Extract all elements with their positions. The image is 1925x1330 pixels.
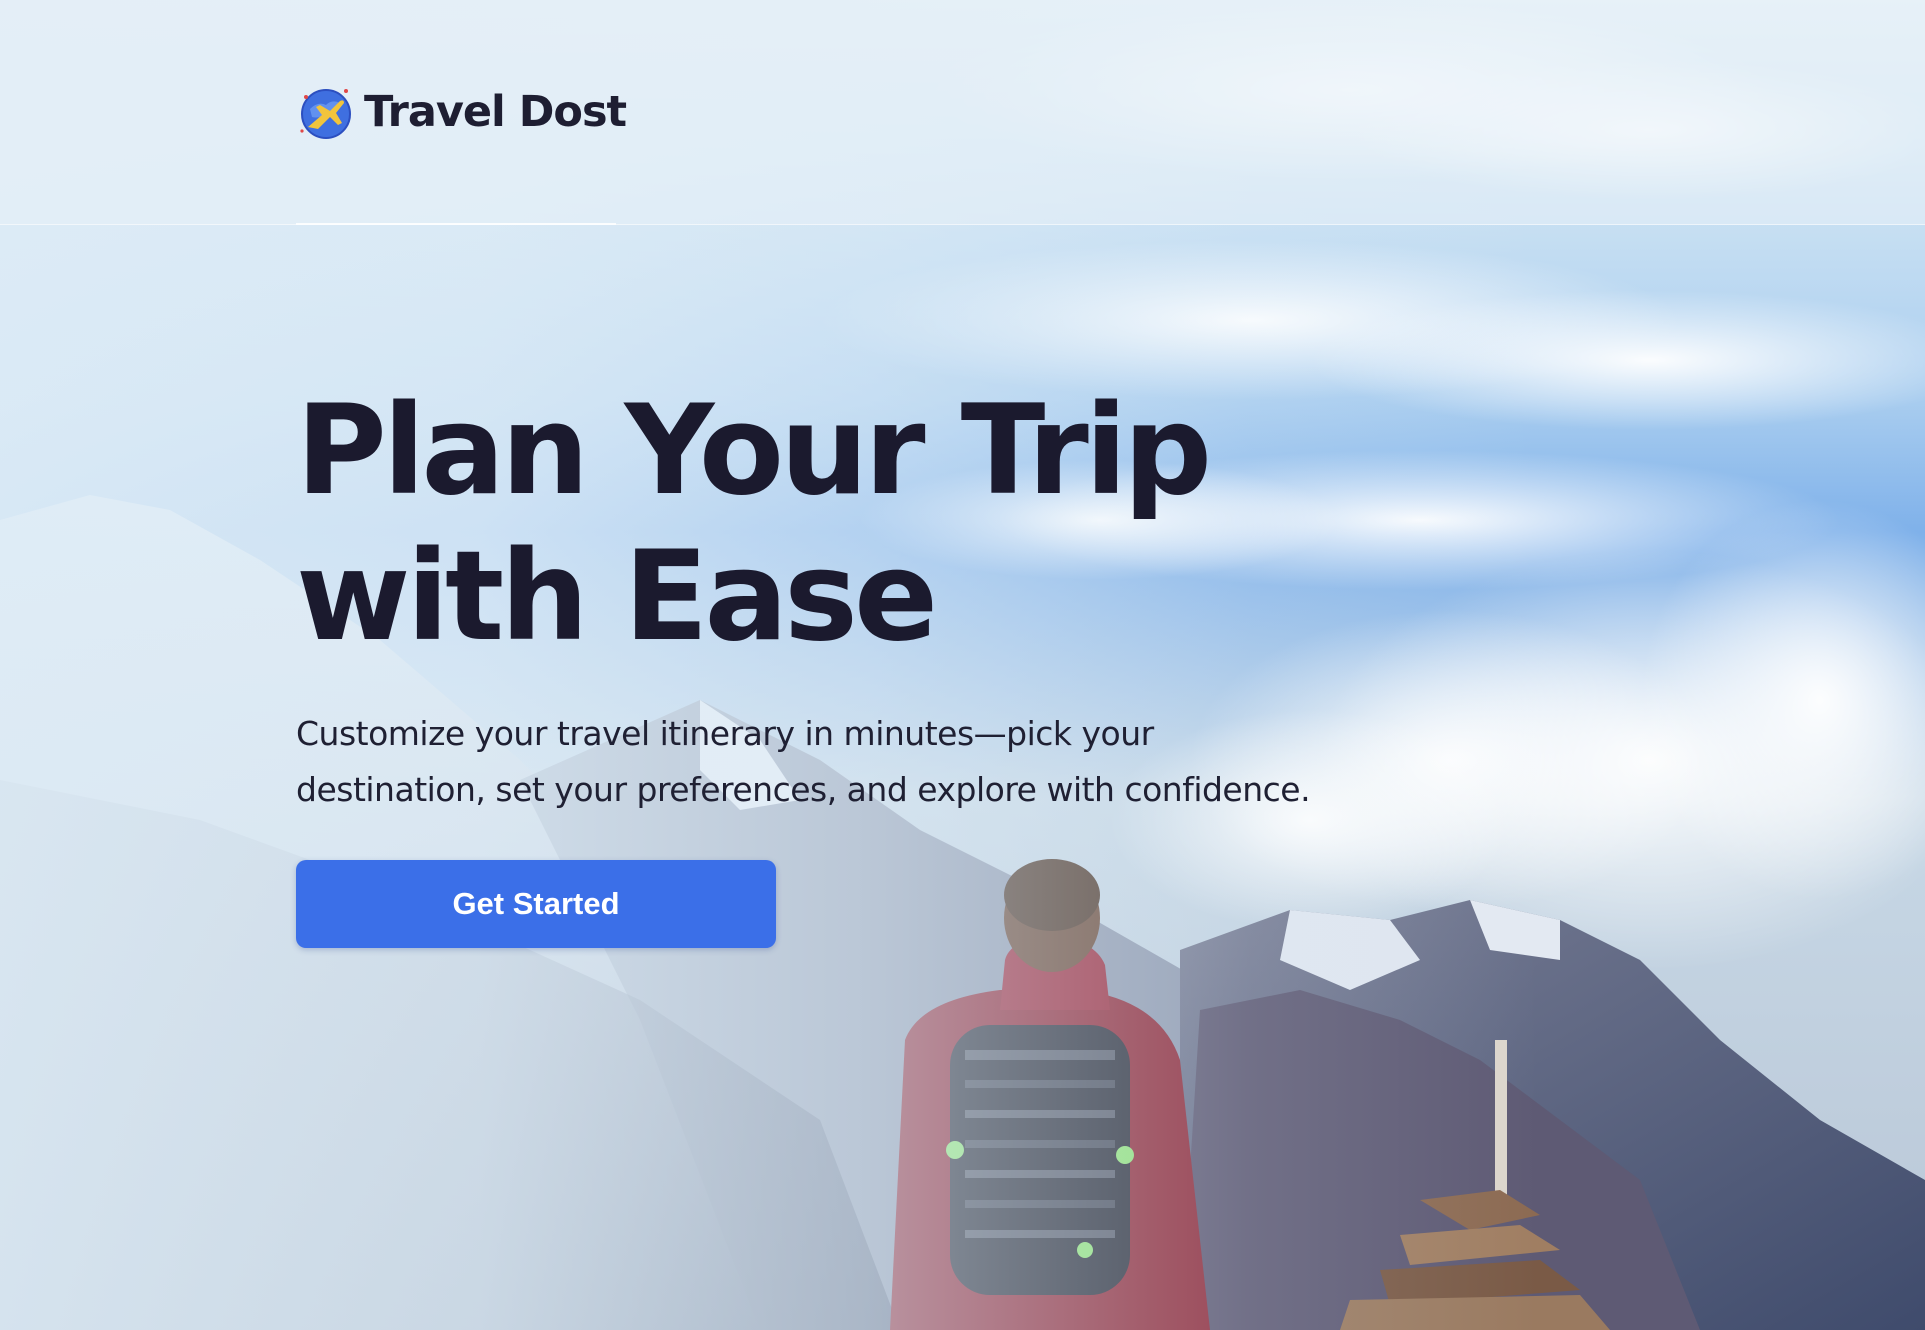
brand-name: Travel Dost <box>364 87 627 137</box>
airplane-globe-icon <box>296 83 354 141</box>
hero-title: Plan Your Trip with Ease <box>296 378 1446 670</box>
landing-page: Travel Dost Plan Your Trip with Ease Cus… <box>0 0 1925 1330</box>
hero-section: Plan Your Trip with Ease Customize your … <box>296 378 1446 818</box>
brand-logo-link[interactable]: Travel Dost <box>296 82 627 142</box>
hero-title-line-2: with Ease <box>296 525 938 669</box>
hero-subtitle-line-2: destination, set your preferences, and e… <box>296 770 1311 809</box>
site-header: Travel Dost <box>0 0 1925 225</box>
hero-subtitle-line-1: Customize your travel itinerary in minut… <box>296 714 1154 753</box>
get-started-button[interactable]: Get Started <box>296 860 776 948</box>
hero-title-line-1: Plan Your Trip <box>296 379 1212 523</box>
header-divider <box>296 223 616 225</box>
hero-subtitle: Customize your travel itinerary in minut… <box>296 706 1416 818</box>
